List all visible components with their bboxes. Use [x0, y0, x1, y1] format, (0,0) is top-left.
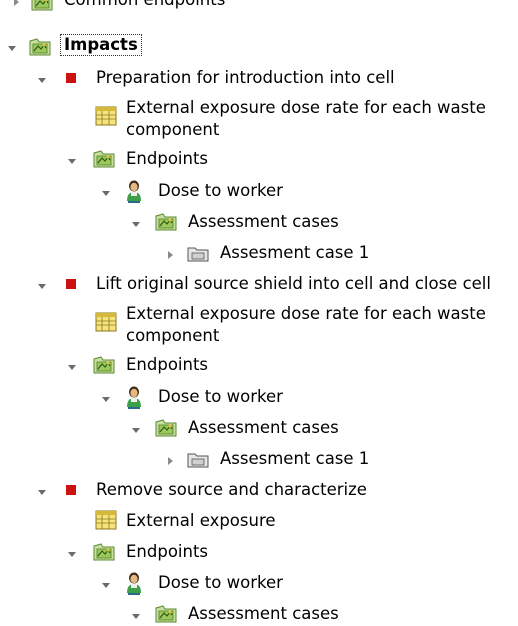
collapse-icon[interactable]	[66, 361, 78, 373]
tree-node-step[interactable]: Remove source and characterize	[0, 478, 518, 502]
tree-view: Common endpoints Impacts Preparation for…	[0, 0, 518, 625]
node-label: Remove source and characterize	[96, 480, 367, 499]
collapse-icon[interactable]	[6, 42, 18, 54]
table-icon	[94, 509, 118, 531]
folder-map-icon	[30, 0, 54, 12]
node-label: External exposure dose rate for each was…	[126, 98, 486, 139]
node-label: Endpoints	[126, 355, 209, 374]
activity-icon	[66, 485, 76, 495]
tree-node-case[interactable]: Assesment case 1	[0, 447, 518, 471]
node-label: Assessment cases	[188, 212, 339, 231]
folder-map-icon	[92, 540, 116, 562]
tree-node-assessment-cases[interactable]: Assessment cases	[0, 602, 518, 626]
expand-icon[interactable]	[164, 249, 176, 261]
tree-node-dose-rate[interactable]: External exposure dose rate for each was…	[0, 97, 518, 143]
person-icon	[124, 571, 144, 595]
node-label: Assessment cases	[188, 604, 339, 623]
folder-map-icon	[154, 602, 178, 624]
node-label: Assesment case 1	[220, 243, 370, 262]
tree-node-endpoints[interactable]: Endpoints	[0, 540, 518, 564]
collapse-icon[interactable]	[100, 393, 112, 405]
folder-icon	[186, 449, 210, 469]
collapse-icon[interactable]	[36, 280, 48, 292]
node-label: Common endpoints	[64, 0, 225, 12]
tree-node-endpoints[interactable]: Endpoints	[0, 353, 518, 377]
person-icon	[124, 385, 144, 409]
tree-node-step[interactable]: Lift original source shield into cell an…	[0, 272, 518, 296]
tree-node-assessment-cases[interactable]: Assessment cases	[0, 210, 518, 234]
tree-node-assessment-cases[interactable]: Assessment cases	[0, 416, 518, 440]
tree-node-dose[interactable]: Dose to worker	[0, 179, 518, 203]
tree-node-step[interactable]: Preparation for introduction into cell	[0, 66, 518, 90]
folder-map-icon	[92, 353, 116, 375]
node-label: Preparation for introduction into cell	[96, 68, 395, 87]
tree-node-dose-rate[interactable]: External exposure	[0, 509, 518, 533]
folder-map-icon	[154, 416, 178, 438]
folder-map-icon	[92, 147, 116, 169]
node-label: Assesment case 1	[220, 449, 370, 468]
node-label: External exposure	[126, 511, 276, 530]
collapse-icon[interactable]	[130, 610, 142, 622]
folder-map-icon	[28, 35, 52, 57]
tree-node-case[interactable]: Assesment case 1	[0, 241, 518, 265]
collapse-icon[interactable]	[130, 218, 142, 230]
node-label: Endpoints	[126, 542, 209, 561]
node-label: Assessment cases	[188, 418, 339, 437]
node-label: Dose to worker	[158, 387, 283, 406]
tree-node-endpoints[interactable]: Endpoints	[0, 147, 518, 171]
collapse-icon[interactable]	[100, 187, 112, 199]
activity-icon	[66, 73, 76, 83]
node-label: Dose to worker	[158, 573, 283, 592]
folder-map-icon	[154, 210, 178, 232]
person-icon	[124, 179, 144, 203]
collapse-icon[interactable]	[130, 424, 142, 436]
table-icon	[94, 105, 118, 127]
node-label: Lift original source shield into cell an…	[96, 274, 491, 293]
tree-node-dose[interactable]: Dose to worker	[0, 385, 518, 409]
node-label: External exposure dose rate for each was…	[126, 304, 486, 345]
expand-icon[interactable]	[10, 0, 22, 8]
table-icon	[94, 311, 118, 333]
node-label: Dose to worker	[158, 181, 283, 200]
expand-icon[interactable]	[164, 455, 176, 467]
tree-node-dose[interactable]: Dose to worker	[0, 571, 518, 595]
collapse-icon[interactable]	[66, 548, 78, 560]
tree-node-dose-rate[interactable]: External exposure dose rate for each was…	[0, 303, 518, 349]
tree-node-impacts[interactable]: Impacts	[0, 34, 518, 60]
collapse-icon[interactable]	[66, 155, 78, 167]
collapse-icon[interactable]	[36, 486, 48, 498]
collapse-icon[interactable]	[100, 579, 112, 591]
folder-icon	[186, 243, 210, 263]
node-label: Endpoints	[126, 149, 209, 168]
activity-icon	[66, 279, 76, 289]
node-label: Impacts	[60, 34, 142, 56]
collapse-icon[interactable]	[36, 74, 48, 86]
tree-node-common-endpoints[interactable]: Common endpoints	[0, 0, 518, 12]
